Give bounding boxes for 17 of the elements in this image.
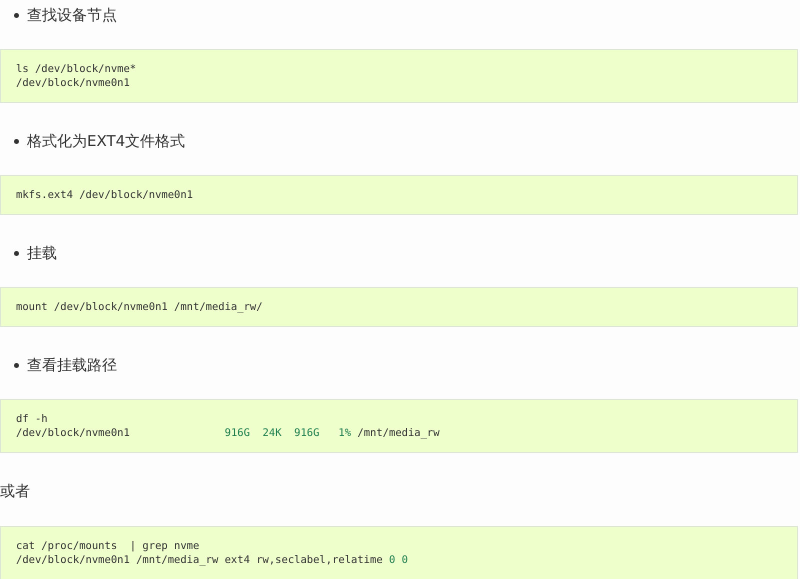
paragraph-text: 或者 [0, 481, 30, 502]
list-item-text: 挂载 [27, 244, 57, 262]
list-item-text: 格式化为EXT4文件格式 [27, 132, 186, 150]
bullet-icon [14, 362, 19, 368]
list-item-text: 查看挂载路径 [27, 356, 117, 374]
code-line: /dev/block/nvme0n1 /mnt/media_rw ext4 rw,seclabel,relatime 0 0 [16, 553, 408, 567]
list-item-text: 查找设备节点 [27, 6, 117, 24]
code-line: cat /proc/mounts | grep nvme [16, 539, 200, 553]
bullet-icon [14, 12, 19, 18]
code-line: mkfs.ext4 /dev/block/nvme0n1 [16, 188, 194, 202]
code-line: ls /dev/block/nvme* [16, 62, 136, 76]
code-line: df -h [16, 412, 48, 426]
bullet-icon [14, 250, 19, 256]
code-line: mount /dev/block/nvme0n1 /mnt/media_rw/ [16, 300, 263, 314]
code-line: /dev/block/nvme0n1 916G 24K 916G 1% /mnt/media_rw [16, 426, 440, 440]
code-line: /dev/block/nvme0n1 [16, 76, 130, 90]
bullet-icon [14, 138, 19, 144]
